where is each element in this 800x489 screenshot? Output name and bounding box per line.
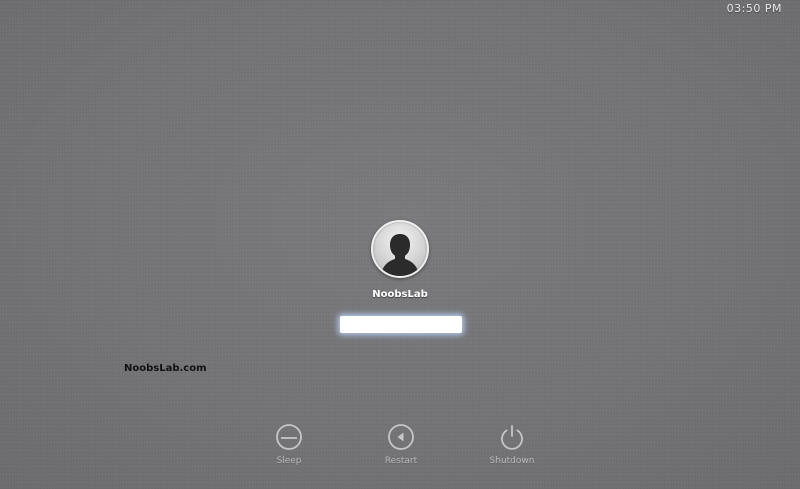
shutdown-icon [498, 423, 526, 451]
user-avatar-icon [381, 234, 419, 276]
username-label: NoobsLab [372, 289, 428, 300]
sleep-icon [275, 423, 303, 451]
sleep-label: Sleep [276, 456, 302, 466]
user-avatar[interactable] [371, 220, 429, 278]
power-options: Sleep Restart Shutdown [0, 423, 800, 473]
login-panel: NoobsLab [0, 220, 800, 340]
clock: 03:50 PM [726, 2, 782, 15]
sleep-button[interactable]: Sleep [259, 423, 319, 471]
watermark-text: NoobsLab.com [124, 363, 207, 374]
restart-icon [387, 423, 415, 451]
restart-button[interactable]: Restart [371, 423, 431, 471]
password-field[interactable] [340, 316, 462, 333]
restart-label: Restart [384, 456, 418, 466]
shutdown-button[interactable]: Shutdown [482, 423, 542, 471]
shutdown-label: Shutdown [489, 456, 535, 466]
